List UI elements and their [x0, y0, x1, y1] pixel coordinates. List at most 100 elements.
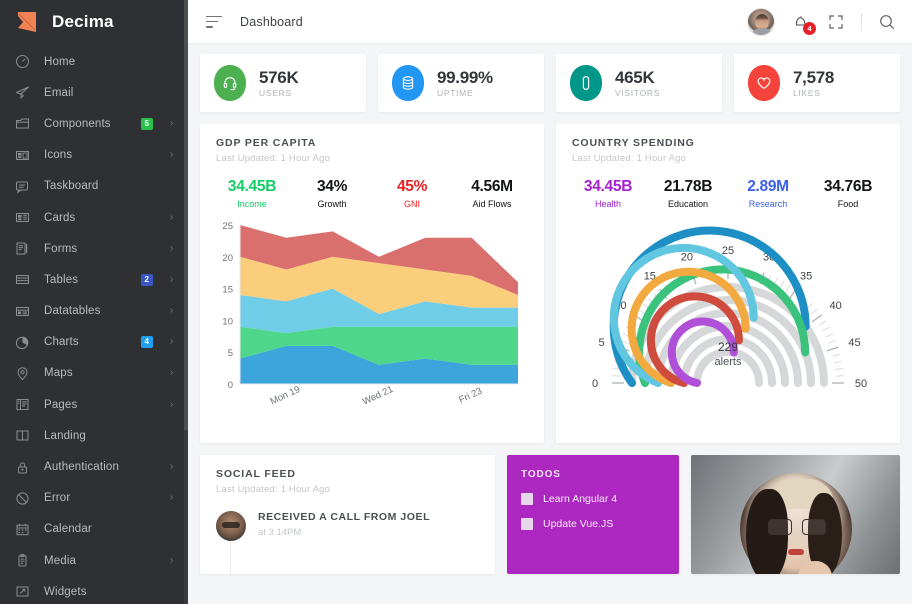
stat-card-visitors[interactable]: 465K VISITORS [556, 54, 722, 112]
chevron-right-icon: › [170, 367, 174, 379]
lock-icon [14, 459, 31, 476]
gauge-tick-label: 20 [681, 252, 693, 264]
x-axis-tick: Mon 19 [269, 384, 302, 407]
paper-plane-icon [14, 84, 31, 101]
x-axis-tick: Wed 21 [361, 384, 395, 408]
feed-item[interactable]: RECEIVED A CALL FROM JOEL at 3:14PM [200, 495, 495, 574]
gauge-tick [785, 284, 791, 293]
gauge-tick [834, 360, 843, 364]
gauge-tick [779, 281, 785, 289]
sidebar-item-media[interactable]: Media › [0, 545, 188, 576]
sidebar-item-label: Maps [44, 367, 73, 380]
chevron-right-icon: › [170, 211, 174, 223]
gauge-tick [828, 339, 837, 344]
feed-connector [230, 541, 231, 574]
spending-panel-subtitle: Last Updated: 1 Hour Ago [572, 153, 687, 164]
todos-panel: TODOS Learn Angular 4 Update Vue.JS [507, 455, 679, 574]
spending-gauge-chart: 0 5 10 15 20 25 30 35 40 45 50 229 alerts [556, 209, 900, 415]
main-area: Dashboard 4 576K USERS 99.99% UPTIME 465… [188, 0, 912, 604]
gauge-center-value: 229 [718, 340, 738, 354]
y-axis-tick: 5 [228, 348, 233, 359]
stat-card-users[interactable]: 576K USERS [200, 54, 366, 112]
profile-photo-card [691, 455, 900, 574]
calendar-icon [14, 521, 31, 538]
gauge-tick-label: 5 [598, 337, 604, 349]
sidebar-item-error[interactable]: Error › [0, 483, 188, 514]
sidebar-item-tables[interactable]: Tables 2 › [0, 264, 188, 295]
sidebar: Decima Home Email Components 5 › Icons › Taskbo… [0, 0, 188, 604]
sidebar-item-calendar[interactable]: Calendar [0, 514, 188, 545]
sidebar-item-cards[interactable]: Cards › [0, 202, 188, 233]
feed-text: RECEIVED A CALL FROM JOEL at 3:14PM [258, 511, 430, 541]
brand-name: Decima [52, 12, 114, 31]
metric-value: 45% [396, 178, 428, 195]
sidebar-item-forms[interactable]: Forms › [0, 233, 188, 264]
todo-item[interactable]: Update Vue.JS [521, 518, 665, 530]
todo-checkbox[interactable] [521, 518, 533, 530]
chevron-right-icon: › [170, 273, 174, 285]
stat-value: 99.99% [437, 67, 493, 87]
chevron-right-icon: › [170, 398, 174, 410]
sidebar-item-charts[interactable]: Charts 4 › [0, 327, 188, 358]
gauge-tick [811, 314, 823, 323]
metric-value: 4.56M [471, 178, 513, 195]
social-panel-title: SOCIAL FEED [216, 468, 296, 480]
sidebar-item-label: Widgets [44, 585, 87, 598]
metric-gni: 45% GNI [372, 178, 452, 209]
gauge-tick [826, 346, 839, 352]
brand[interactable]: Decima [0, 0, 188, 44]
metric-value: 2.89M [747, 178, 789, 195]
metric-label: Health [594, 199, 621, 209]
chevron-right-icon: › [170, 242, 174, 254]
page-title: Dashboard [240, 14, 303, 29]
stat-card-uptime[interactable]: 99.99% UPTIME [378, 54, 544, 112]
decima-logo-icon [14, 9, 40, 35]
gauge-tick [835, 368, 844, 370]
metric-health: 34.45B Health [568, 178, 648, 209]
stat-card-likes[interactable]: 7,578 LIKES [734, 54, 900, 112]
gdp-panel-header: GDP PER CAPITA Last Updated: 1 Hour Ago [200, 124, 544, 164]
sidebar-item-landing[interactable]: Landing [0, 420, 188, 451]
menu-icon[interactable] [206, 15, 222, 28]
chevron-right-icon: › [170, 117, 174, 129]
fullscreen-icon[interactable] [827, 13, 845, 31]
x-axis-tick: Fri 23 [457, 386, 484, 406]
social-feed-panel: SOCIAL FEED Last Updated: 1 Hour Ago REC… [200, 455, 495, 574]
metric-label: Aid Flows [472, 199, 512, 209]
sidebar-item-pages[interactable]: Pages › [0, 389, 188, 420]
gauge-tick [825, 333, 834, 338]
sidebar-item-datatables[interactable]: Datatables › [0, 296, 188, 327]
bottom-row: SOCIAL FEED Last Updated: 1 Hour Ago REC… [200, 455, 900, 574]
sidebar-item-maps[interactable]: Maps › [0, 358, 188, 389]
gauge-tick-label: 0 [592, 378, 598, 390]
gauge-tick [612, 375, 621, 377]
bell-icon[interactable]: 4 [791, 12, 816, 35]
todo-checkbox[interactable] [521, 493, 533, 505]
pie-chart-icon [14, 334, 31, 351]
sidebar-item-authentication[interactable]: Authentication › [0, 451, 188, 482]
todo-item[interactable]: Learn Angular 4 [521, 493, 665, 505]
y-axis-tick: 10 [222, 316, 233, 327]
stat-text: 99.99% UPTIME [437, 68, 493, 99]
sidebar-item-label: Tables [44, 273, 79, 286]
gauge-tick [822, 326, 830, 332]
search-icon[interactable] [878, 13, 896, 31]
sidebar-item-components[interactable]: Components 5 › [0, 108, 188, 139]
metric-aid-flows: 4.56M Aid Flows [452, 178, 532, 209]
photo-face [739, 473, 852, 574]
sidebar-item-label: Pages [44, 398, 78, 411]
database-icon [392, 65, 424, 101]
avatar[interactable] [747, 7, 775, 36]
sidebar-item-email[interactable]: Email [0, 77, 188, 108]
gdp-area-chart: 0 5 10 15 20 25 Mon 19 Wed 21 Fri 23 [200, 209, 544, 443]
stat-label: VISITORS [615, 88, 661, 99]
folder-icon [14, 115, 31, 132]
sidebar-item-home[interactable]: Home [0, 46, 188, 77]
sidebar-item-widgets[interactable]: Widgets [0, 576, 188, 604]
sidebar-item-icons[interactable]: Icons › [0, 140, 188, 171]
sidebar-item-taskboard[interactable]: Taskboard [0, 171, 188, 202]
topbar: Dashboard 4 [188, 0, 912, 44]
sidebar-item-label: Components [44, 117, 111, 130]
dashboard-icon [14, 53, 31, 70]
cards-icon [14, 209, 31, 226]
